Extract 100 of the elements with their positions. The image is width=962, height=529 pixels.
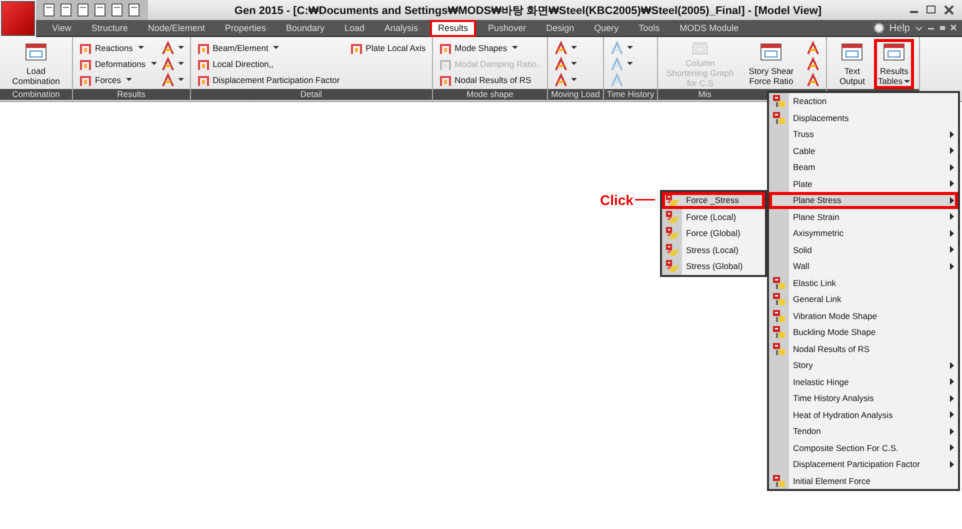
ribbon-button[interactable]: Local Direction,, <box>196 56 340 72</box>
menu-item[interactable]: Stress (Global) <box>662 258 765 274</box>
ribbon-tab[interactable]: Structure <box>84 20 135 36</box>
toolbar-document-icon[interactable] <box>59 3 73 17</box>
menu-item[interactable]: Solid <box>769 242 958 258</box>
menu-item[interactable]: Force (Local) <box>662 208 765 225</box>
icon-button[interactable] <box>554 40 578 56</box>
window-title: Gen 2015 - [C:₩Documents and Settings₩MODS₩바탕 화면₩Steel(KBC2005)₩Steel(2005)_Final] - [Model View] <box>233 4 823 18</box>
ribbon-tab[interactable]: Node/Element <box>140 20 212 36</box>
menu-item[interactable]: Stress (Local) <box>662 242 765 258</box>
icon-button[interactable] <box>554 56 578 72</box>
menu-item[interactable]: Displacements <box>769 110 958 126</box>
ribbon-button[interactable]: Load Combination <box>6 40 66 88</box>
caret-icon <box>273 46 280 50</box>
menu-item[interactable]: General Link <box>769 291 958 308</box>
ribbon-tab[interactable]: Tools <box>632 20 667 36</box>
menu-item[interactable]: Force (Global) <box>662 225 765 242</box>
ribbon-tab[interactable]: Load <box>337 20 372 36</box>
table-icon <box>665 226 679 240</box>
ribbon-tab[interactable]: Query <box>587 20 626 36</box>
menu-item[interactable]: Time History Analysis <box>769 390 958 406</box>
submenu-arrow-icon <box>950 262 954 270</box>
toolbar-document-icon[interactable] <box>76 3 90 17</box>
menu-item[interactable]: Nodal Results of RS <box>769 340 958 357</box>
menu-item[interactable]: Heat of Hydration Analysis <box>769 406 958 423</box>
submenu-arrow-icon <box>950 444 954 452</box>
menu-item[interactable]: Truss <box>769 126 958 142</box>
menu-item[interactable]: Wall <box>769 258 958 274</box>
ribbon-button[interactable]: Forces <box>79 72 157 88</box>
menu-item[interactable]: Axisymmetric <box>769 225 958 242</box>
menu-item[interactable]: Plane Stress <box>769 192 958 208</box>
ribbon-button[interactable]: Results Tables <box>875 40 914 88</box>
menu-item[interactable]: Composite Section For C.S. <box>769 440 958 456</box>
submenu-arrow-icon <box>950 180 954 188</box>
ribbon-tab[interactable]: MODS Module <box>672 20 746 36</box>
document-window-controls-icon[interactable] <box>914 23 958 33</box>
menu-item[interactable]: Initial Element Force <box>769 472 958 489</box>
menu-item[interactable]: Vibration Mode Shape <box>769 308 958 324</box>
menu-item[interactable]: Beam <box>769 159 958 176</box>
submenu-arrow-icon <box>950 460 954 468</box>
caret-icon <box>571 62 578 66</box>
ribbon-button[interactable]: Deformations <box>79 56 157 72</box>
caret-icon <box>126 78 132 82</box>
ribbon-button[interactable]: Nodal Results of RS <box>438 72 542 88</box>
submenu-arrow-icon <box>950 394 954 402</box>
menu-item[interactable]: Buckling Mode Shape <box>769 324 958 340</box>
table-icon <box>665 210 679 224</box>
icon-button[interactable] <box>554 72 578 88</box>
submenu-arrow-icon <box>950 378 954 386</box>
ribbon-button[interactable]: Plate Local Axis <box>350 40 426 56</box>
icon-button[interactable] <box>160 40 184 56</box>
caret-icon <box>138 46 144 50</box>
table-icon <box>772 342 786 356</box>
caret-icon <box>904 80 910 84</box>
ribbon-tab[interactable]: Properties <box>218 20 273 36</box>
menu-item[interactable]: Plate <box>769 176 958 192</box>
ribbon-button[interactable]: Beam/Element <box>196 40 340 56</box>
menu-item[interactable]: Elastic Link <box>769 274 958 291</box>
settings-icon[interactable] <box>873 22 886 34</box>
menu-item[interactable]: Force _Stress <box>662 192 765 208</box>
menu-item[interactable]: Story <box>769 357 958 374</box>
ribbon-tab[interactable]: Boundary <box>278 20 332 36</box>
icon-button[interactable] <box>160 56 184 72</box>
menu-item[interactable]: Plane Strain <box>769 208 958 225</box>
ribbon-tab[interactable]: View <box>45 20 78 36</box>
ribbon-button[interactable]: Mode Shapes <box>438 40 542 56</box>
submenu-arrow-icon <box>950 246 954 254</box>
table-icon <box>665 242 679 257</box>
icon-button[interactable] <box>160 72 184 88</box>
toolbar-document-icon[interactable] <box>127 3 141 17</box>
ribbon-tab[interactable]: Results <box>431 20 476 36</box>
group-label: Results <box>73 89 190 100</box>
ribbon-button[interactable]: Reactions <box>79 40 157 56</box>
menu-item[interactable]: Inelastic Hinge <box>769 374 958 390</box>
help-menu[interactable]: Help <box>885 22 914 34</box>
ribbon-button[interactable]: Story Shear Force Ratio <box>744 40 798 88</box>
group-label: Time History <box>604 89 658 100</box>
submenu-arrow-icon <box>950 411 954 418</box>
ribbon-button[interactable]: Text Output <box>833 40 872 88</box>
annotation-label: Click <box>600 192 634 208</box>
caret-icon <box>626 46 633 50</box>
toolbar-document-icon[interactable] <box>110 3 124 17</box>
menu-item[interactable]: Tendon <box>769 423 958 440</box>
submenu-arrow-icon <box>950 130 954 138</box>
ribbon-tab[interactable]: Design <box>539 20 582 36</box>
caret-icon <box>626 62 633 66</box>
menu-item[interactable]: Displacement Participation Factor <box>769 456 958 472</box>
menu-item[interactable]: Cable <box>769 142 958 159</box>
table-icon <box>665 193 679 208</box>
toolbar-document-icon[interactable] <box>42 3 56 17</box>
ribbon-tab[interactable]: Pushover <box>481 20 534 36</box>
group-label: Mode shape <box>432 89 548 100</box>
caret-icon <box>178 62 184 66</box>
ribbon-button[interactable]: Displacement Participation Factor <box>196 72 340 88</box>
table-icon <box>772 474 786 488</box>
submenu-arrow-icon <box>950 164 954 171</box>
toolbar-document-icon[interactable] <box>93 3 107 17</box>
submenu-arrow-icon <box>950 147 954 154</box>
ribbon-tab[interactable]: Analysis <box>378 20 426 36</box>
window-controls-icon[interactable] <box>908 4 956 16</box>
